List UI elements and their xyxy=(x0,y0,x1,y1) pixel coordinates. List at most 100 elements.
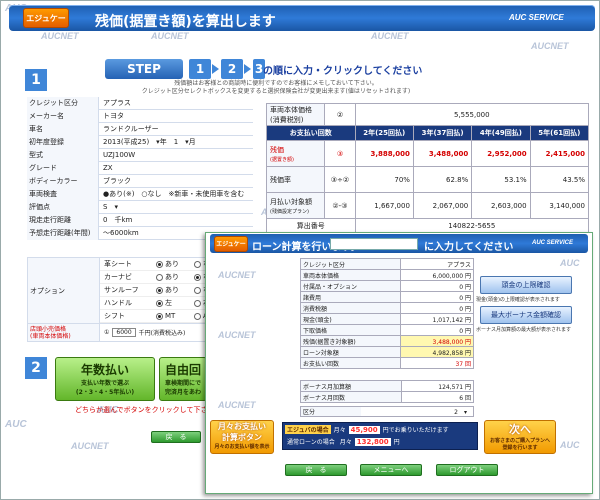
menu-button[interactable]: メニューへ xyxy=(360,464,422,476)
table-cell: 3,888,000 xyxy=(354,140,414,167)
app-logo: エジュケー xyxy=(214,236,248,252)
option-radio-a[interactable]: あり xyxy=(156,285,194,295)
watermark: AUC xyxy=(560,258,580,268)
table-cell: クレジット区分 xyxy=(300,258,401,270)
table-cell: 62.8% xyxy=(412,166,473,193)
choose-hint: どちらか選んでボタンをクリックして下さい xyxy=(75,406,215,414)
option-radio-a[interactable]: 左 xyxy=(156,298,194,308)
form-label: グレード xyxy=(27,161,99,175)
option-radio-a[interactable]: あり xyxy=(156,259,194,269)
table-cell: 車両本体価格 xyxy=(300,269,401,281)
monthly-calc-button[interactable]: 月々お支払い 計算ボタン 月々のお支払い額を表示 xyxy=(210,420,274,454)
radio-icon xyxy=(194,312,201,320)
radio-icon xyxy=(156,273,163,281)
option-radio-a[interactable]: あり xyxy=(156,272,194,282)
logout-button[interactable]: ログアウト xyxy=(436,464,498,476)
table-cell: 月払い対象額 (残価設定プラン) xyxy=(265,192,326,219)
form-label: 予想走行距離(年間) xyxy=(27,226,99,240)
table-cell[interactable]: 0 円 xyxy=(399,280,475,292)
step-note: 残価額はお客様との商談時に便利ですのでお客様にメモしておいて下さい。 クレジット区… xyxy=(141,80,411,95)
form-row: グレード ZX xyxy=(27,161,253,175)
loan-table: クレジット区分 アプラス 車両本体価格 6,000,000 円付属品・オプション 0 円… xyxy=(300,258,475,369)
radio-icon xyxy=(194,299,201,307)
option-name: シフト xyxy=(104,312,125,320)
table-cell[interactable]: 37 回 xyxy=(399,357,475,369)
form-field[interactable]: UZJ100W xyxy=(99,149,253,162)
form-label: 車名 xyxy=(27,122,99,136)
step-instruction: の順に入力・クリックしてください xyxy=(263,66,423,77)
table-cell: 3年(37回払) xyxy=(412,125,473,141)
radio-icon xyxy=(194,260,201,268)
watermark: AUCNET xyxy=(531,41,569,51)
year-payment-button[interactable]: 年数払い 支払い年数で選ぶ (2・3・4・5年払い) xyxy=(55,357,155,401)
table-cell: ② xyxy=(324,103,356,126)
table-cell: 下取価格 xyxy=(300,324,401,336)
form-field[interactable]: 2013(平成25) ▾年 1 ▾月 xyxy=(99,136,253,149)
free-payment-button[interactable]: 自由回 車検期間にで 完済月をあわ xyxy=(159,357,207,401)
form-field[interactable]: トヨタ xyxy=(99,110,253,123)
form-field[interactable]: S ▾ xyxy=(99,201,253,214)
form-row: 車両検査 ●あり(※) ○なし ※新車・未使用車を含む xyxy=(27,187,253,201)
loan-back-button[interactable]: 戻 る xyxy=(285,464,347,476)
input-highlight-sample xyxy=(330,238,418,250)
form-label: 型式 xyxy=(27,148,99,162)
kubun-select[interactable]: 2 ▾ xyxy=(361,407,473,416)
form-field[interactable]: ランドクルーザー xyxy=(99,123,253,136)
table-row: ローン対象額 4,982,858 円 xyxy=(300,346,475,358)
table-cell: 消費税額 xyxy=(300,302,401,314)
residual-table: 車両本体価格 (消費税別) ② 5,555,000 お支払い回数 2年(25回払) 3年(3… xyxy=(265,103,590,234)
table-cell: 付属品・オプション xyxy=(300,280,401,292)
back-button[interactable]: 戻 る xyxy=(151,431,201,443)
form-field[interactable]: ブラック xyxy=(99,175,253,188)
normal-loan-monthly: 132,800 xyxy=(354,437,391,446)
table-row: クレジット区分 アプラス xyxy=(300,258,475,270)
table-row: 諸費用 0 円 xyxy=(300,291,475,303)
table-row: お支払い回数 37 回 xyxy=(300,357,475,369)
watermark: AUCNET xyxy=(41,31,79,41)
table-row: 残価(据置き対象額) 3,488,000 円 xyxy=(300,335,475,347)
table-cell: 1,667,000 xyxy=(354,192,414,219)
table-row: 現金(頭金) 1,017,142 円 xyxy=(300,313,475,325)
radio-icon xyxy=(156,299,163,307)
price-marker: ① xyxy=(104,329,110,336)
table-cell: 4年(49回払) xyxy=(471,125,531,141)
watermark: AUCNET xyxy=(218,330,256,340)
next-button[interactable]: 次へ お客さまのご購入プランへ 登録を行います xyxy=(484,420,556,454)
form-field[interactable]: アプラス xyxy=(99,97,253,110)
table-cell[interactable]: 6 回 xyxy=(401,391,474,403)
option-name: 革シート xyxy=(104,260,132,268)
table-cell: 2,067,000 xyxy=(412,192,473,219)
table-row: 消費税額 0 円 xyxy=(300,302,475,314)
radio-icon xyxy=(156,286,163,294)
table-cell: ローン対象額 xyxy=(300,346,401,358)
table-cell: お支払い回数 xyxy=(266,125,356,141)
price-input[interactable]: 6000 xyxy=(112,328,136,337)
table-cell[interactable]: 0 円 xyxy=(399,302,475,314)
table-cell[interactable]: 1,017,142 円 xyxy=(399,313,475,325)
down-payment-limit-button[interactable]: 頭金の上限確認 xyxy=(480,276,572,294)
form-label: 初年度登録 xyxy=(27,135,99,149)
form-field[interactable]: ZX xyxy=(99,162,253,175)
form-row: 現走走行距離 0 千km xyxy=(27,213,253,227)
form-field[interactable]: 0 千km xyxy=(99,214,253,227)
arrow-right-icon xyxy=(244,64,251,74)
table-cell: 現金(頭金) xyxy=(300,313,401,325)
table-cell: 5,555,000 xyxy=(354,103,590,126)
table-row: 残価 (据置き額) ③ 3,888,000 3,488,000 2,952,000 2,41… xyxy=(265,140,590,167)
table-cell: アプラス xyxy=(399,258,475,270)
table-cell: ②-③ xyxy=(324,192,356,219)
max-bonus-button[interactable]: 最大ボーナス金額確認 xyxy=(480,306,572,324)
kubun-row: 区分 2 ▾ xyxy=(300,406,474,417)
radio-icon xyxy=(194,273,201,281)
price-unit: 千円(消費税込み) xyxy=(138,330,186,337)
table-cell[interactable]: 6,000,000 円 xyxy=(399,269,475,281)
option-radio-a[interactable]: MT xyxy=(156,312,194,320)
table-cell[interactable]: 0 円 xyxy=(399,291,475,303)
step-2: 2 xyxy=(221,59,243,79)
auc-service-logo: AUC SERVICE xyxy=(509,13,564,22)
form-field[interactable]: ●あり(※) ○なし ※新車・未使用車を含む xyxy=(99,188,253,201)
table-cell[interactable]: 0 円 xyxy=(399,324,475,336)
watermark: AUCNET xyxy=(71,441,109,451)
form-row: 初年度登録 2013(平成25) ▾年 1 ▾月 xyxy=(27,135,253,149)
table-cell: 2,415,000 xyxy=(529,140,590,167)
